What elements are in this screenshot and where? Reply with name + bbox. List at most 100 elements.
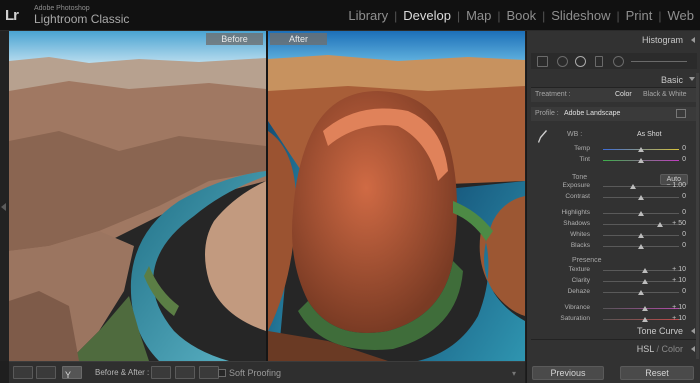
texture-slider-thumb[interactable] [641,268,648,273]
basic-title: Basic [660,75,683,85]
profile-browser-icon[interactable] [676,109,686,118]
texture-label: Texture [568,266,590,273]
previous-button[interactable]: Previous [532,366,604,380]
highlights-label: Highlights [561,209,590,216]
vibrance-slider-thumb[interactable] [641,306,648,311]
spot-removal-tool-icon[interactable] [557,56,568,67]
lightroom-logo: Lr [5,7,19,24]
whites-value[interactable]: 0 [682,231,686,238]
hsl-title: HSL [636,344,654,354]
saturation-slider-thumb[interactable] [641,317,648,322]
shadows-slider-thumb[interactable] [657,222,663,227]
panel-footer: Previous Reset [526,364,700,383]
brush-slider-icon[interactable] [631,61,687,62]
copy-after-to-before-button[interactable] [175,366,195,379]
treatment-color-option[interactable]: Color [615,91,632,98]
loupe-view-button[interactable] [13,366,33,379]
tone-curve-panel-header[interactable]: Tone Curve [527,324,700,338]
module-print[interactable]: Print [620,8,659,23]
expand-left-panel-icon[interactable] [1,203,6,211]
profile-row: Profile : Adobe Landscape [531,107,697,121]
blacks-value[interactable]: 0 [682,242,686,249]
eyedropper-icon[interactable] [538,129,548,144]
shadows-value[interactable]: + 50 [672,220,686,227]
treatment-label: Treatment : [535,91,571,98]
hsl-panel-header[interactable]: HSL / Color [527,342,700,356]
dehaze-slider-thumb[interactable] [638,290,644,295]
dehaze-label: Dehaze [567,288,590,295]
clarity-value[interactable]: + 10 [672,277,686,284]
wb-select[interactable]: As Shot [637,131,662,138]
soft-proofing-checkbox[interactable] [218,369,226,377]
clarity-label: Clarity [571,277,590,284]
collapse-basic-icon [689,77,695,81]
shadows-label: Shadows [563,220,590,227]
exposure-label: Exposure [562,182,590,189]
swap-before-after-button[interactable] [199,366,219,379]
red-eye-tool-icon[interactable] [575,56,586,67]
vibrance-value[interactable]: + 10 [672,304,686,311]
module-picker: Library | Develop | Map | Book | Slideshow | Print… [342,0,700,31]
whites-slider-thumb[interactable] [638,233,644,238]
tone-curve-title: Tone Curve [636,326,683,336]
module-web[interactable]: Web [662,8,700,23]
profile-select[interactable]: Adobe Landscape [564,110,620,117]
before-photo-image [9,31,266,361]
toolbar-menu-chevron-icon[interactable]: ▾ [512,369,516,378]
tint-slider-thumb[interactable] [638,158,644,163]
contrast-label: Contrast [565,193,590,200]
saturation-value[interactable]: + 10 [672,315,686,322]
module-map[interactable]: Map [460,8,497,23]
blacks-label: Blacks [570,242,590,249]
tool-strip [531,53,697,69]
clarity-slider-thumb[interactable] [641,279,648,284]
temp-slider-thumb[interactable] [638,147,644,152]
highlights-value[interactable]: 0 [682,209,686,216]
treatment-row: Treatment : Color Black & White [531,88,697,102]
xy-view-button[interactable] [36,366,56,379]
histogram-panel-header[interactable]: Histogram [527,33,700,47]
contrast-value[interactable]: 0 [682,193,686,200]
basic-panel-header[interactable]: Basic [527,73,700,87]
radial-filter-tool-icon[interactable] [613,56,624,67]
hsl-color-title[interactable]: Color [661,344,683,354]
divider [531,339,697,340]
reset-button[interactable]: Reset [620,366,694,380]
expand-tone-curve-icon [691,328,695,334]
soft-proofing-label: Soft Proofing [229,368,282,378]
develop-right-panel: Histogram Basic Treatment : Color Black … [526,31,700,383]
tint-value[interactable]: 0 [682,156,686,163]
contrast-slider-thumb[interactable] [638,195,644,200]
texture-value[interactable]: + 10 [672,266,686,273]
photo-view[interactable]: Before After [9,31,525,361]
app-name: Lightroom Classic [34,12,130,26]
treatment-bw-option[interactable]: Black & White [643,91,687,98]
highlights-slider-thumb[interactable] [638,211,644,216]
temp-value[interactable]: 0 [682,145,686,152]
before-after-view-button[interactable]: Y [62,366,82,380]
wb-label: WB : [567,131,583,138]
graduated-filter-tool-icon[interactable] [595,56,603,67]
shadows-slider[interactable] [603,224,679,225]
exposure-slider-thumb[interactable] [630,184,637,189]
panel-scrollbar[interactable] [696,73,699,359]
before-photo [9,31,266,361]
module-library[interactable]: Library [342,8,394,23]
tint-label: Tint [579,156,590,163]
module-develop[interactable]: Develop [397,8,457,23]
histogram-title: Histogram [641,35,683,45]
left-panel-collapsed[interactable] [0,31,9,361]
whites-label: Whites [570,231,590,238]
presence-label: Presence [572,257,602,264]
dehaze-value[interactable]: 0 [682,288,686,295]
identity-bar: Lr Adobe Photoshop Lightroom Classic Lib… [0,0,700,31]
module-slideshow[interactable]: Slideshow [545,8,616,23]
copy-before-to-after-button[interactable] [151,366,171,379]
blacks-slider-thumb[interactable] [638,244,644,249]
temp-label: Temp [574,145,590,152]
exposure-value[interactable]: − 1.00 [666,182,686,189]
before-after-label: Before & After : [95,368,150,377]
module-book[interactable]: Book [500,8,542,23]
collapse-histogram-icon [691,37,695,43]
crop-tool-icon[interactable] [537,56,548,67]
